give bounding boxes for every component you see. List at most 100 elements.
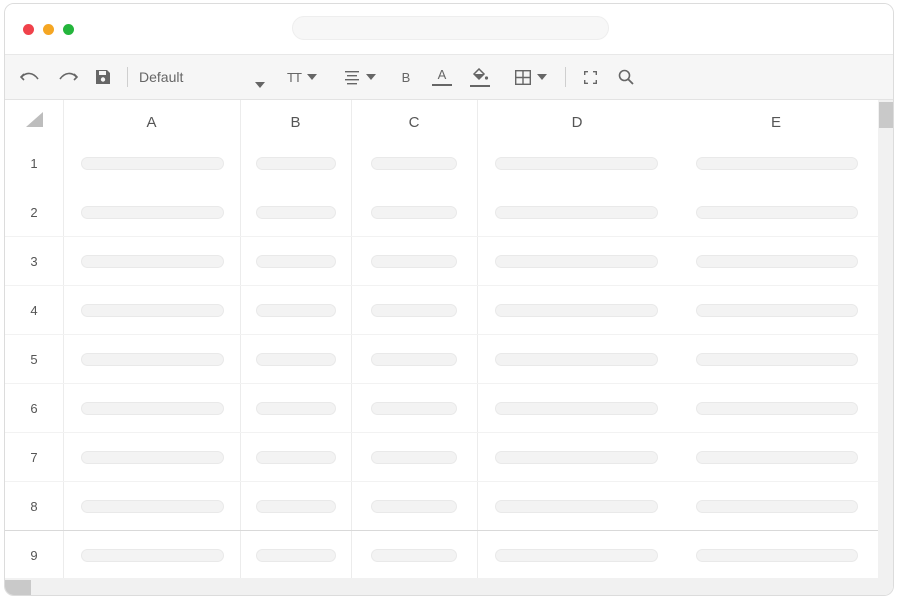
cell[interactable]: [696, 206, 858, 219]
cell[interactable]: [256, 206, 336, 219]
row-divider: [5, 432, 878, 433]
fullscreen-icon: [583, 70, 597, 84]
cell[interactable]: [696, 500, 858, 513]
cell[interactable]: [495, 353, 658, 366]
cell[interactable]: [495, 255, 658, 268]
column-header-c[interactable]: C: [351, 100, 477, 144]
close-window-button[interactable]: [23, 24, 34, 35]
fill-color-button[interactable]: [467, 55, 493, 99]
font-color-button[interactable]: A: [429, 55, 455, 99]
spreadsheet-window: Default TT B A A B C D E 1 2 3 4 5 6 7 8…: [4, 3, 894, 596]
cell[interactable]: [256, 500, 336, 513]
cell[interactable]: [81, 206, 224, 219]
toolbar-separator: [565, 67, 566, 87]
row-divider: [5, 481, 878, 482]
fullscreen-button[interactable]: [579, 55, 601, 99]
cell[interactable]: [371, 353, 457, 366]
cell[interactable]: [495, 500, 658, 513]
cell[interactable]: [256, 549, 336, 562]
row-header-8[interactable]: 8: [5, 482, 63, 531]
cell[interactable]: [256, 255, 336, 268]
frozen-row-divider: [5, 530, 878, 531]
cell[interactable]: [81, 549, 224, 562]
cell[interactable]: [371, 255, 457, 268]
borders-button[interactable]: [509, 55, 553, 99]
select-all-corner[interactable]: [5, 100, 63, 144]
chevron-down-icon: [366, 74, 376, 80]
toolbar: Default TT B A: [5, 54, 893, 100]
cell[interactable]: [495, 304, 658, 317]
row-header-5[interactable]: 5: [5, 335, 63, 384]
fill-color-icon: [472, 67, 489, 80]
cell[interactable]: [371, 157, 457, 170]
save-icon[interactable]: [91, 55, 115, 99]
cell[interactable]: [495, 402, 658, 415]
column-header-a[interactable]: A: [63, 100, 240, 144]
search-button[interactable]: [615, 55, 637, 99]
cell[interactable]: [81, 451, 224, 464]
cell[interactable]: [256, 353, 336, 366]
cell[interactable]: [495, 451, 658, 464]
align-button[interactable]: [339, 55, 381, 99]
row-header-6[interactable]: 6: [5, 384, 63, 433]
row-divider: [5, 285, 878, 286]
cell[interactable]: [371, 206, 457, 219]
bold-icon: B: [401, 69, 411, 85]
cell[interactable]: [81, 304, 224, 317]
vertical-scrollbar[interactable]: [878, 100, 893, 578]
cell[interactable]: [696, 402, 858, 415]
cell[interactable]: [495, 206, 658, 219]
minimize-window-button[interactable]: [43, 24, 54, 35]
cell[interactable]: [696, 157, 858, 170]
vertical-scroll-thumb[interactable]: [879, 102, 893, 128]
cell[interactable]: [81, 255, 224, 268]
cell[interactable]: [81, 157, 224, 170]
horizontal-scroll-thumb[interactable]: [5, 580, 31, 595]
column-divider: [240, 100, 241, 578]
column-divider: [63, 100, 64, 578]
cell[interactable]: [696, 255, 858, 268]
borders-icon: [515, 69, 531, 85]
column-header-b[interactable]: B: [240, 100, 351, 144]
cell[interactable]: [81, 500, 224, 513]
cell[interactable]: [371, 500, 457, 513]
redo-icon[interactable]: [55, 55, 81, 99]
row-header-4[interactable]: 4: [5, 286, 63, 335]
chevron-down-icon: [306, 74, 317, 80]
cell[interactable]: [256, 157, 336, 170]
column-header-e[interactable]: E: [677, 100, 875, 144]
cell[interactable]: [371, 402, 457, 415]
column-header-d[interactable]: D: [477, 100, 677, 144]
cell[interactable]: [371, 549, 457, 562]
cell[interactable]: [696, 549, 858, 562]
cell[interactable]: [371, 451, 457, 464]
row-header-7[interactable]: 7: [5, 433, 63, 482]
chevron-down-icon: [255, 75, 265, 91]
column-divider: [351, 100, 352, 578]
font-size-button[interactable]: TT: [281, 55, 323, 99]
align-icon: [345, 71, 359, 85]
cell[interactable]: [696, 304, 858, 317]
font-family-select[interactable]: Default: [139, 55, 269, 99]
sheet-grid: A B C D E 1 2 3 4 5 6 7 8 9: [5, 100, 878, 578]
bold-button[interactable]: B: [395, 55, 417, 99]
cell[interactable]: [696, 353, 858, 366]
cell[interactable]: [256, 402, 336, 415]
address-bar[interactable]: [292, 16, 609, 40]
cell[interactable]: [256, 304, 336, 317]
cell[interactable]: [81, 353, 224, 366]
row-header-1[interactable]: 1: [5, 139, 63, 188]
maximize-window-button[interactable]: [63, 24, 74, 35]
row-header-9[interactable]: 9: [5, 531, 63, 580]
undo-icon[interactable]: [17, 55, 43, 99]
cell[interactable]: [696, 451, 858, 464]
row-divider: [5, 236, 878, 237]
cell[interactable]: [495, 549, 658, 562]
row-header-3[interactable]: 3: [5, 237, 63, 286]
horizontal-scrollbar[interactable]: [5, 578, 893, 595]
cell[interactable]: [81, 402, 224, 415]
cell[interactable]: [371, 304, 457, 317]
cell[interactable]: [495, 157, 658, 170]
row-header-2[interactable]: 2: [5, 188, 63, 237]
cell[interactable]: [256, 451, 336, 464]
